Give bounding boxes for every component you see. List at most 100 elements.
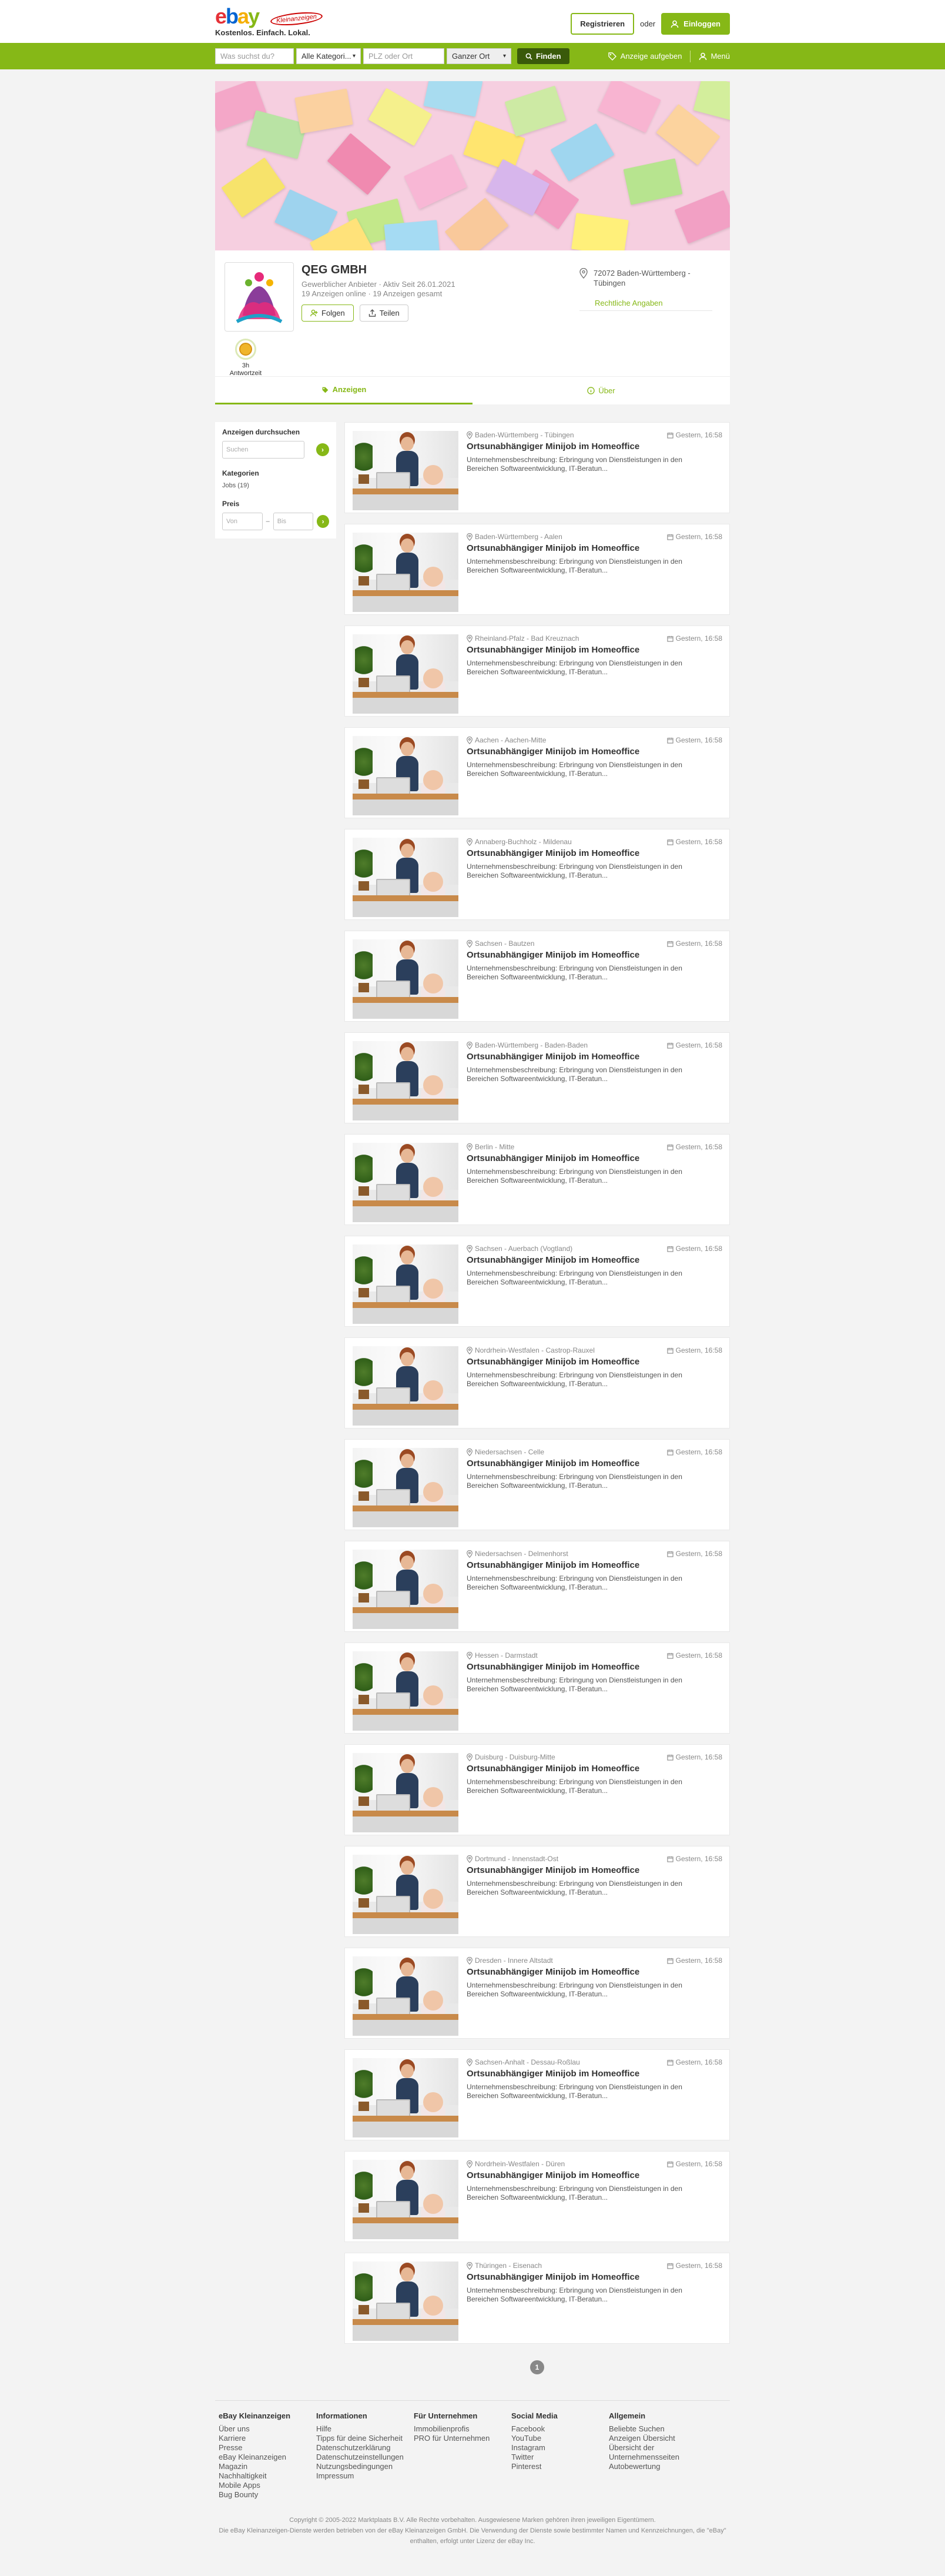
footer-link[interactable]: Tipps für deine Sicherheit xyxy=(316,2434,414,2443)
sidebar-search-input[interactable]: Suchen xyxy=(222,441,304,459)
listing-image[interactable] xyxy=(353,838,458,917)
footer-link[interactable]: Presse xyxy=(219,2443,316,2453)
footer-link[interactable]: Nachhaltigkeit xyxy=(219,2471,316,2481)
listing-card[interactable]: Aachen - Aachen-Mitte Gestern, 16:58 Ort… xyxy=(344,727,730,818)
listing-image[interactable] xyxy=(353,1448,458,1527)
listing-title[interactable]: Ortsunabhängiger Minijob im Homeoffice xyxy=(467,543,639,553)
radius-select[interactable]: Ganzer Ort ▾ xyxy=(447,48,511,64)
listing-card[interactable]: Nordrhein-Westfalen - Düren Gestern, 16:… xyxy=(344,2151,730,2242)
page-current[interactable]: 1 xyxy=(530,2360,544,2374)
category-item-jobs[interactable]: Jobs (19) xyxy=(222,482,329,489)
footer-link[interactable]: Immobilienprofis xyxy=(414,2424,511,2434)
listing-image[interactable] xyxy=(353,1651,458,1731)
listing-card[interactable]: Baden-Württemberg - Baden-Baden Gestern,… xyxy=(344,1032,730,1123)
listing-image[interactable] xyxy=(353,939,458,1019)
footer-link[interactable]: Über uns xyxy=(219,2424,316,2434)
listing-title[interactable]: Ortsunabhängiger Minijob im Homeoffice xyxy=(467,1153,639,1163)
listing-title[interactable]: Ortsunabhängiger Minijob im Homeoffice xyxy=(467,1967,639,1977)
follow-button[interactable]: Folgen xyxy=(301,305,354,322)
listing-card[interactable]: Sachsen - Auerbach (Vogtland) Gestern, 1… xyxy=(344,1236,730,1327)
sidebar-search-go-button[interactable]: › xyxy=(316,443,329,456)
footer-link[interactable]: Autobewertung xyxy=(609,2462,706,2471)
listing-title[interactable]: Ortsunabhängiger Minijob im Homeoffice xyxy=(467,848,639,858)
listing-card[interactable]: Sachsen-Anhalt - Dessau-Roßlau Gestern, … xyxy=(344,2049,730,2140)
footer-link[interactable]: Hilfe xyxy=(316,2424,414,2434)
footer-link[interactable]: Mobile Apps xyxy=(219,2481,316,2490)
listing-title[interactable]: Ortsunabhängiger Minijob im Homeoffice xyxy=(467,441,639,451)
footer-link[interactable]: Bug Bounty xyxy=(219,2490,316,2500)
footer-link[interactable]: Anzeigen Übersicht xyxy=(609,2434,706,2443)
footer-link[interactable]: Impressum xyxy=(316,2471,414,2481)
listing-image[interactable] xyxy=(353,1855,458,1934)
listing-title[interactable]: Ortsunabhängiger Minijob im Homeoffice xyxy=(467,645,639,655)
location-input[interactable]: PLZ oder Ort xyxy=(363,48,444,64)
footer-link[interactable]: Datenschutzerklärung xyxy=(316,2443,414,2453)
footer-link[interactable]: Übersicht der Unternehmensseiten xyxy=(609,2443,706,2462)
listing-image[interactable] xyxy=(353,1143,458,1222)
listing-title[interactable]: Ortsunabhängiger Minijob im Homeoffice xyxy=(467,1764,639,1774)
listing-card[interactable]: Duisburg - Duisburg-Mitte Gestern, 16:58… xyxy=(344,1744,730,1835)
listing-title[interactable]: Ortsunabhängiger Minijob im Homeoffice xyxy=(467,1560,639,1570)
post-ad-link[interactable]: Anzeige aufgeben xyxy=(608,52,682,61)
listing-title[interactable]: Ortsunabhängiger Minijob im Homeoffice xyxy=(467,1255,639,1265)
price-to-input[interactable]: Bis xyxy=(273,513,314,530)
listing-title[interactable]: Ortsunabhängiger Minijob im Homeoffice xyxy=(467,2170,639,2180)
footer-link[interactable]: PRO für Unternehmen xyxy=(414,2434,511,2443)
listing-title[interactable]: Ortsunabhängiger Minijob im Homeoffice xyxy=(467,1052,639,1062)
footer-link[interactable]: Karriere xyxy=(219,2434,316,2443)
price-from-input[interactable]: Von xyxy=(222,513,263,530)
menu-button[interactable]: Menü xyxy=(699,52,730,61)
search-input[interactable]: Was suchst du? xyxy=(215,48,294,64)
listing-image[interactable] xyxy=(353,1550,458,1629)
footer-link[interactable]: eBay Kleinanzeigen Magazin xyxy=(219,2453,316,2471)
listing-image[interactable] xyxy=(353,2160,458,2239)
listing-image[interactable] xyxy=(353,1753,458,1832)
listing-card[interactable]: Niedersachsen - Celle Gestern, 16:58 Ort… xyxy=(344,1439,730,1530)
share-button[interactable]: Teilen xyxy=(359,305,408,322)
listing-title[interactable]: Ortsunabhängiger Minijob im Homeoffice xyxy=(467,1662,639,1672)
listing-image[interactable] xyxy=(353,1041,458,1120)
listing-image[interactable] xyxy=(353,1244,458,1324)
footer-link[interactable]: YouTube xyxy=(511,2434,609,2443)
listing-title[interactable]: Ortsunabhängiger Minijob im Homeoffice xyxy=(467,1357,639,1367)
listing-image[interactable] xyxy=(353,1956,458,2036)
tab-about[interactable]: Über xyxy=(472,377,730,404)
ebay-kleinanzeigen-logo[interactable]: ebay Kleinanzeigen Kostenlos. Einfach. L… xyxy=(215,6,333,39)
listing-image[interactable] xyxy=(353,634,458,714)
legal-info-link[interactable]: Rechtliche Angaben xyxy=(595,299,663,307)
listing-image[interactable] xyxy=(353,533,458,612)
listing-card[interactable]: Annaberg-Buchholz - Mildenau Gestern, 16… xyxy=(344,829,730,920)
footer-link[interactable]: Facebook xyxy=(511,2424,609,2434)
price-go-button[interactable]: › xyxy=(317,515,329,528)
listing-title[interactable]: Ortsunabhängiger Minijob im Homeoffice xyxy=(467,1458,639,1468)
listing-card[interactable]: Dresden - Innere Altstadt Gestern, 16:58… xyxy=(344,1948,730,2039)
footer-link[interactable]: Twitter xyxy=(511,2453,609,2462)
listing-title[interactable]: Ortsunabhängiger Minijob im Homeoffice xyxy=(467,747,639,757)
listing-card[interactable]: Baden-Württemberg - Aalen Gestern, 16:58… xyxy=(344,524,730,615)
footer-link[interactable]: Beliebte Suchen xyxy=(609,2424,706,2434)
listing-title[interactable]: Ortsunabhängiger Minijob im Homeoffice xyxy=(467,2069,639,2079)
footer-link[interactable]: Datenschutzeinstellungen xyxy=(316,2453,414,2462)
listing-image[interactable] xyxy=(353,736,458,815)
tab-anzeigen[interactable]: Anzeigen xyxy=(215,377,472,404)
listing-image[interactable] xyxy=(353,2058,458,2137)
find-button[interactable]: Finden xyxy=(517,48,569,64)
listing-image[interactable] xyxy=(353,1346,458,1426)
footer-link[interactable]: Pinterest xyxy=(511,2462,609,2471)
footer-link[interactable]: Nutzungsbedingungen xyxy=(316,2462,414,2471)
listing-card[interactable]: Thüringen - Eisenach Gestern, 16:58 Orts… xyxy=(344,2253,730,2344)
footer-link[interactable]: Instagram xyxy=(511,2443,609,2453)
listing-title[interactable]: Ortsunabhängiger Minijob im Homeoffice xyxy=(467,2272,639,2282)
listing-image[interactable] xyxy=(353,431,458,510)
listing-card[interactable]: Nordrhein-Westfalen - Castrop-Rauxel Ges… xyxy=(344,1337,730,1428)
listing-card[interactable]: Berlin - Mitte Gestern, 16:58 Ortsunabhä… xyxy=(344,1134,730,1225)
listing-card[interactable]: Dortmund - Innenstadt-Ost Gestern, 16:58… xyxy=(344,1846,730,1937)
listing-image[interactable] xyxy=(353,2261,458,2341)
listing-title[interactable]: Ortsunabhängiger Minijob im Homeoffice xyxy=(467,1865,639,1875)
listing-title[interactable]: Ortsunabhängiger Minijob im Homeoffice xyxy=(467,950,639,960)
category-select[interactable]: Alle Kategori... ▾ xyxy=(296,48,361,64)
login-button[interactable]: Einloggen xyxy=(661,13,730,35)
listing-card[interactable]: Sachsen - Bautzen Gestern, 16:58 Ortsuna… xyxy=(344,931,730,1022)
register-button[interactable]: Registrieren xyxy=(571,13,635,35)
listing-card[interactable]: Niedersachsen - Delmenhorst Gestern, 16:… xyxy=(344,1541,730,1632)
